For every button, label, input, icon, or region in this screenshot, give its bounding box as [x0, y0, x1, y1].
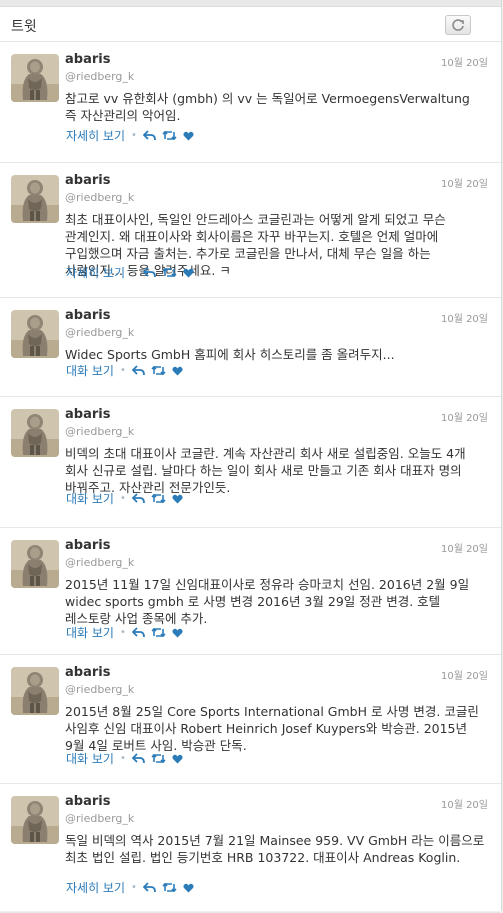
separator-dot: •	[131, 882, 137, 893]
author-handle[interactable]: @riedberg_k	[65, 683, 134, 696]
tweet-time[interactable]: 10월 20일	[441, 540, 488, 555]
tweet-text: 참고로 vv 유한회사 (gmbh) 의 vv 는 독일어로 Vermoegen…	[65, 91, 470, 123]
tweet-item[interactable]: abaris @riedberg_k 10월 20일 비덱의 초대 대표이사 코…	[0, 397, 501, 528]
author-name[interactable]: abaris	[65, 52, 110, 67]
retweet-icon[interactable]	[162, 882, 177, 893]
tweet-time[interactable]: 10월 20일	[441, 310, 488, 325]
like-icon[interactable]	[183, 268, 194, 278]
expand-link[interactable]: 자세히 보기	[66, 127, 125, 144]
author-name[interactable]: abaris	[65, 538, 110, 553]
tweet-text: 독일 비덱의 역사 2015년 7월 21일 Mainsee 959. VV G…	[65, 833, 485, 865]
top-strip	[0, 0, 501, 7]
author-handle[interactable]: @riedberg_k	[65, 425, 134, 438]
avatar[interactable]	[11, 54, 59, 102]
author-name[interactable]: abaris	[65, 173, 110, 188]
tweet-item[interactable]: abaris @riedberg_k 10월 20일 독일 비덱의 역사 201…	[0, 784, 501, 913]
avatar[interactable]	[11, 175, 59, 223]
reply-icon[interactable]	[131, 753, 145, 764]
reply-icon[interactable]	[142, 267, 156, 278]
author-handle[interactable]: @riedberg_k	[65, 812, 134, 825]
like-icon[interactable]	[183, 131, 194, 141]
tweet-text: 2015년 11월 17일 신임대표이사로 정유라 승마코치 선임. 2016년…	[65, 577, 470, 626]
author-handle[interactable]: @riedberg_k	[65, 326, 134, 339]
avatar[interactable]	[11, 540, 59, 588]
tweet-time[interactable]: 10월 20일	[441, 796, 488, 811]
tweet-time[interactable]: 10월 20일	[441, 175, 488, 190]
tweet-text: 비덱의 초대 대표이사 코글란. 계속 자산관리 회사 새로 설립중임. 오늘도…	[65, 446, 466, 495]
retweet-icon[interactable]	[162, 130, 177, 141]
expand-link[interactable]: 자세히 보기	[66, 264, 125, 281]
author-name[interactable]: abaris	[65, 407, 110, 422]
like-icon[interactable]	[172, 366, 183, 376]
tweet-actions: 대화 보기 •	[66, 362, 183, 379]
tweet-item[interactable]: abaris @riedberg_k 10월 20일 최초 대표이사인, 독일인…	[0, 163, 501, 298]
retweet-icon[interactable]	[151, 753, 166, 764]
separator-dot: •	[119, 753, 126, 764]
tweet-text: 2015년 8월 25일 Core Sports International G…	[65, 704, 479, 753]
expand-link[interactable]: 자세히 보기	[66, 879, 125, 896]
avatar[interactable]	[11, 667, 59, 715]
expand-link[interactable]: 대화 보기	[66, 750, 114, 767]
tweets-panel: 트윗 abaris @riedberg_k 10월 20일 참고로 vv 유한회…	[0, 0, 502, 913]
tweet-actions: 자세히 보기 •	[66, 264, 194, 281]
tweet-item[interactable]: abaris @riedberg_k 10월 20일 2015년 8월 25일 …	[0, 655, 501, 784]
separator-dot: •	[131, 130, 137, 141]
retweet-icon[interactable]	[162, 267, 177, 278]
refresh-icon[interactable]	[445, 15, 471, 35]
reply-icon[interactable]	[131, 493, 145, 504]
separator-dot: •	[119, 627, 126, 638]
tweet-time[interactable]: 10월 20일	[441, 54, 488, 69]
tweet-text: Widec Sports GmbH 홈피에 회사 히스토리를 좀 올려두지...	[65, 347, 395, 362]
reply-icon[interactable]	[131, 365, 145, 376]
author-handle[interactable]: @riedberg_k	[65, 556, 134, 569]
reply-icon[interactable]	[142, 130, 156, 141]
tweet-time[interactable]: 10월 20일	[441, 667, 488, 682]
retweet-icon[interactable]	[151, 627, 166, 638]
expand-link[interactable]: 대화 보기	[66, 362, 114, 379]
tweet-actions: 자세히 보기 •	[66, 879, 194, 896]
avatar[interactable]	[11, 796, 59, 844]
reply-icon[interactable]	[142, 882, 156, 893]
author-handle[interactable]: @riedberg_k	[65, 70, 134, 83]
author-handle[interactable]: @riedberg_k	[65, 191, 134, 204]
tweet-list: abaris @riedberg_k 10월 20일 참고로 vv 유한회사 (…	[0, 42, 501, 913]
tweet-actions: 대화 보기 •	[66, 750, 183, 767]
tweet-item[interactable]: abaris @riedberg_k 10월 20일 2015년 11월 17일…	[0, 528, 501, 655]
like-icon[interactable]	[172, 494, 183, 504]
tweet-item[interactable]: abaris @riedberg_k 10월 20일 Widec Sports …	[0, 298, 501, 397]
like-icon[interactable]	[183, 883, 194, 893]
retweet-icon[interactable]	[151, 493, 166, 504]
author-name[interactable]: abaris	[65, 665, 110, 680]
reply-icon[interactable]	[131, 627, 145, 638]
tweet-time[interactable]: 10월 20일	[441, 409, 488, 424]
author-name[interactable]: abaris	[65, 794, 110, 809]
tweet-actions: 대화 보기 •	[66, 490, 183, 507]
panel-header: 트윗	[0, 7, 501, 42]
tweet-item[interactable]: abaris @riedberg_k 10월 20일 참고로 vv 유한회사 (…	[0, 42, 501, 163]
expand-link[interactable]: 대화 보기	[66, 624, 114, 641]
tweet-actions: 대화 보기 •	[66, 624, 183, 641]
author-name[interactable]: abaris	[65, 308, 110, 323]
separator-dot: •	[119, 493, 126, 504]
like-icon[interactable]	[172, 754, 183, 764]
panel-title: 트윗	[11, 19, 37, 35]
separator-dot: •	[131, 267, 137, 278]
like-icon[interactable]	[172, 628, 183, 638]
expand-link[interactable]: 대화 보기	[66, 490, 114, 507]
tweet-actions: 자세히 보기 •	[66, 127, 194, 144]
separator-dot: •	[119, 365, 126, 376]
avatar[interactable]	[11, 409, 59, 457]
retweet-icon[interactable]	[151, 365, 166, 376]
avatar[interactable]	[11, 310, 59, 358]
